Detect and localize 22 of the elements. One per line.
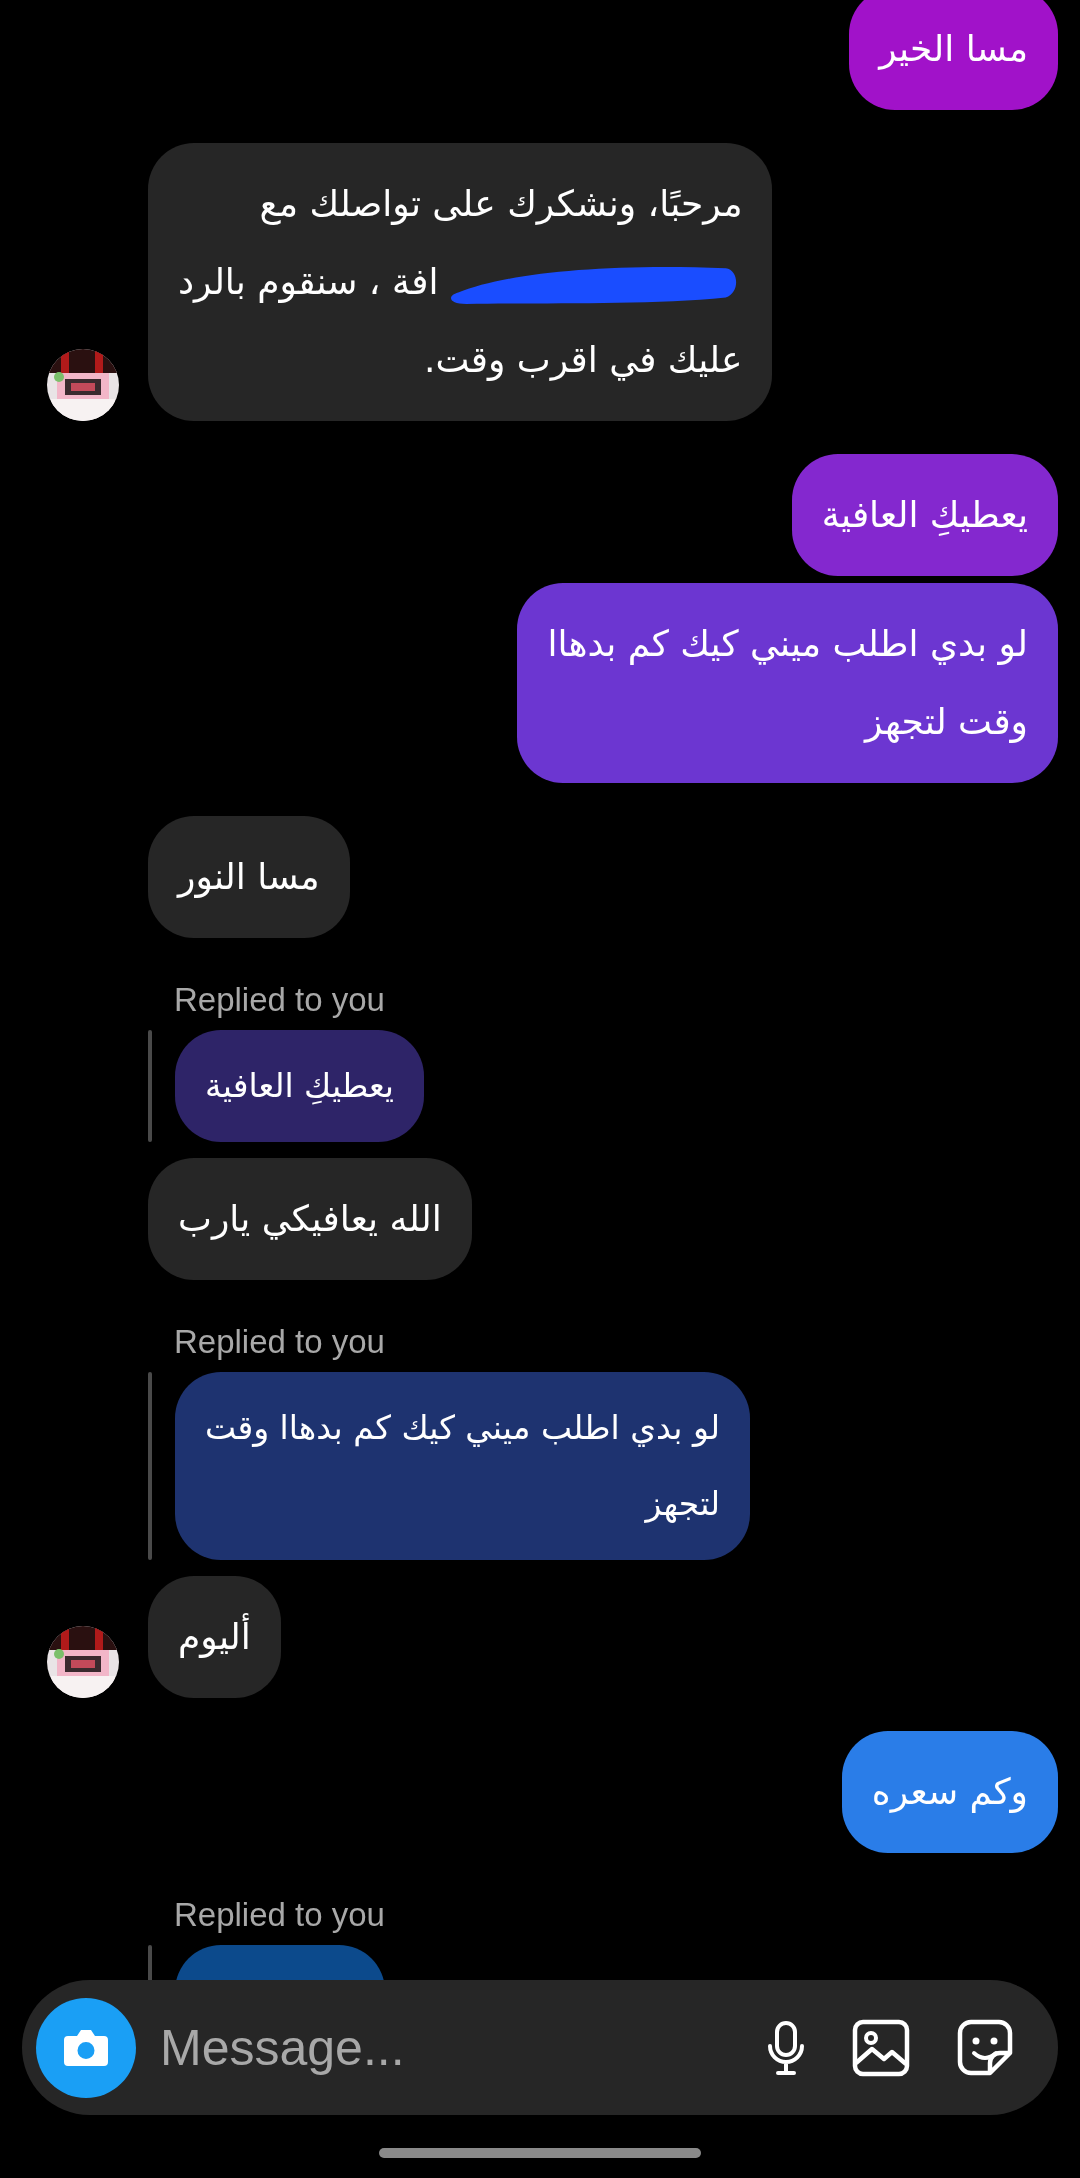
- message-text: وكم سعره: [871, 1770, 1028, 1815]
- message-text: عليك في اقرب وقت.: [423, 338, 743, 383]
- quoted-message[interactable]: يعطيكِ العافية: [175, 1030, 425, 1142]
- message-text: أليوم: [178, 1598, 251, 1676]
- reply-label: Replied to you: [173, 980, 385, 1020]
- message-text: مسا النور: [178, 855, 320, 900]
- message-text: مسا الخير: [879, 27, 1028, 72]
- message-input[interactable]: Message...: [158, 2017, 720, 2078]
- message-text: مرحبًا، ونشكرك على تواصلك مع: [259, 182, 743, 227]
- quoted-text: لو بدي اطلب ميني كيك كم بدهاا وقت لتجهز: [205, 1407, 721, 1525]
- microphone-icon[interactable]: [766, 2019, 806, 2076]
- reply-label: Replied to you: [173, 1895, 385, 1935]
- camera-icon: [62, 2027, 110, 2068]
- gallery-icon[interactable]: [852, 2018, 910, 2077]
- message-text: الله يعافيكي يارب: [178, 1197, 442, 1242]
- message-text: يعطيكِ العافية: [821, 493, 1028, 538]
- quoted-message[interactable]: لو بدي اطلب ميني كيك كم بدهاا وقت لتجهز: [175, 1372, 751, 1560]
- quoted-text: يعطيكِ العافية: [205, 1065, 395, 1107]
- message-text: افة ، سنقوم بالرد: [178, 260, 439, 305]
- message-text: لو بدي اطلب ميني كيك كم بدهاا وقت لتجهز: [547, 622, 1028, 745]
- sticker-icon[interactable]: [956, 2018, 1014, 2077]
- reply-label: Replied to you: [173, 1322, 385, 1362]
